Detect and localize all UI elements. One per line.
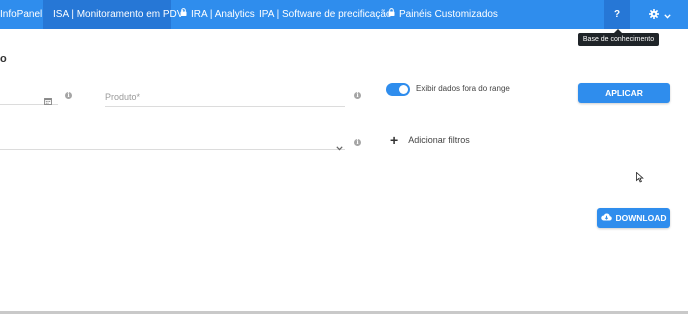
cloud-download-icon bbox=[600, 213, 612, 223]
apply-button[interactable]: APLICAR bbox=[578, 83, 670, 103]
download-button-label: DOWNLOAD bbox=[615, 213, 667, 223]
product-field-underline bbox=[105, 106, 345, 107]
plus-icon: + bbox=[390, 132, 399, 148]
chevron-down-icon bbox=[664, 6, 671, 24]
nav-item-label: IPA | Software de precificação bbox=[259, 9, 392, 20]
lock-icon bbox=[388, 0, 395, 28]
lock-icon bbox=[180, 0, 187, 28]
apply-button-label: APLICAR bbox=[605, 88, 643, 98]
mouse-cursor-icon bbox=[636, 170, 644, 188]
download-button[interactable]: DOWNLOAD bbox=[597, 208, 670, 228]
help-tooltip: Base de conhecimento bbox=[578, 29, 659, 46]
page-title: o bbox=[0, 53, 7, 65]
nav-item-label: Painéis Customizados bbox=[399, 9, 498, 21]
nav-item-isa[interactable]: ISA | Monitoramento em PDV bbox=[43, 0, 183, 29]
nav-item-infopanel[interactable]: InfoPanel bbox=[0, 0, 42, 29]
select-field-underline bbox=[0, 149, 345, 150]
chevron-down-icon[interactable] bbox=[336, 138, 343, 156]
info-icon[interactable]: i bbox=[354, 139, 361, 146]
nav-item-label: IRA | Analytics bbox=[191, 9, 255, 21]
help-button[interactable]: ? bbox=[604, 0, 630, 29]
nav-item-label: InfoPanel bbox=[0, 9, 43, 20]
product-input[interactable]: Produto* bbox=[105, 92, 140, 102]
nav-item-label: ISA | Monitoramento em PDV bbox=[53, 9, 184, 20]
settings-menu-button[interactable] bbox=[640, 0, 680, 29]
nav-item-paineis[interactable]: Painéis Customizados bbox=[388, 0, 498, 29]
toggle-knob bbox=[399, 85, 408, 94]
gear-icon bbox=[649, 6, 659, 24]
add-filters-button[interactable]: + Adicionar filtros bbox=[390, 132, 470, 148]
calendar-icon[interactable] bbox=[44, 92, 52, 110]
info-icon[interactable]: i bbox=[65, 92, 72, 99]
add-filters-label: Adicionar filtros bbox=[408, 135, 470, 145]
nav-item-ipa[interactable]: IPA | Software de precificação bbox=[259, 0, 391, 29]
nav-item-ira[interactable]: IRA | Analytics bbox=[180, 0, 255, 29]
info-icon[interactable]: i bbox=[354, 92, 361, 99]
out-of-range-toggle[interactable] bbox=[386, 83, 410, 96]
toggle-label: Exibir dados fora do range bbox=[416, 84, 510, 93]
top-navbar: InfoPanel ISA | Monitoramento em PDV IRA… bbox=[0, 0, 688, 29]
help-icon: ? bbox=[613, 9, 621, 20]
